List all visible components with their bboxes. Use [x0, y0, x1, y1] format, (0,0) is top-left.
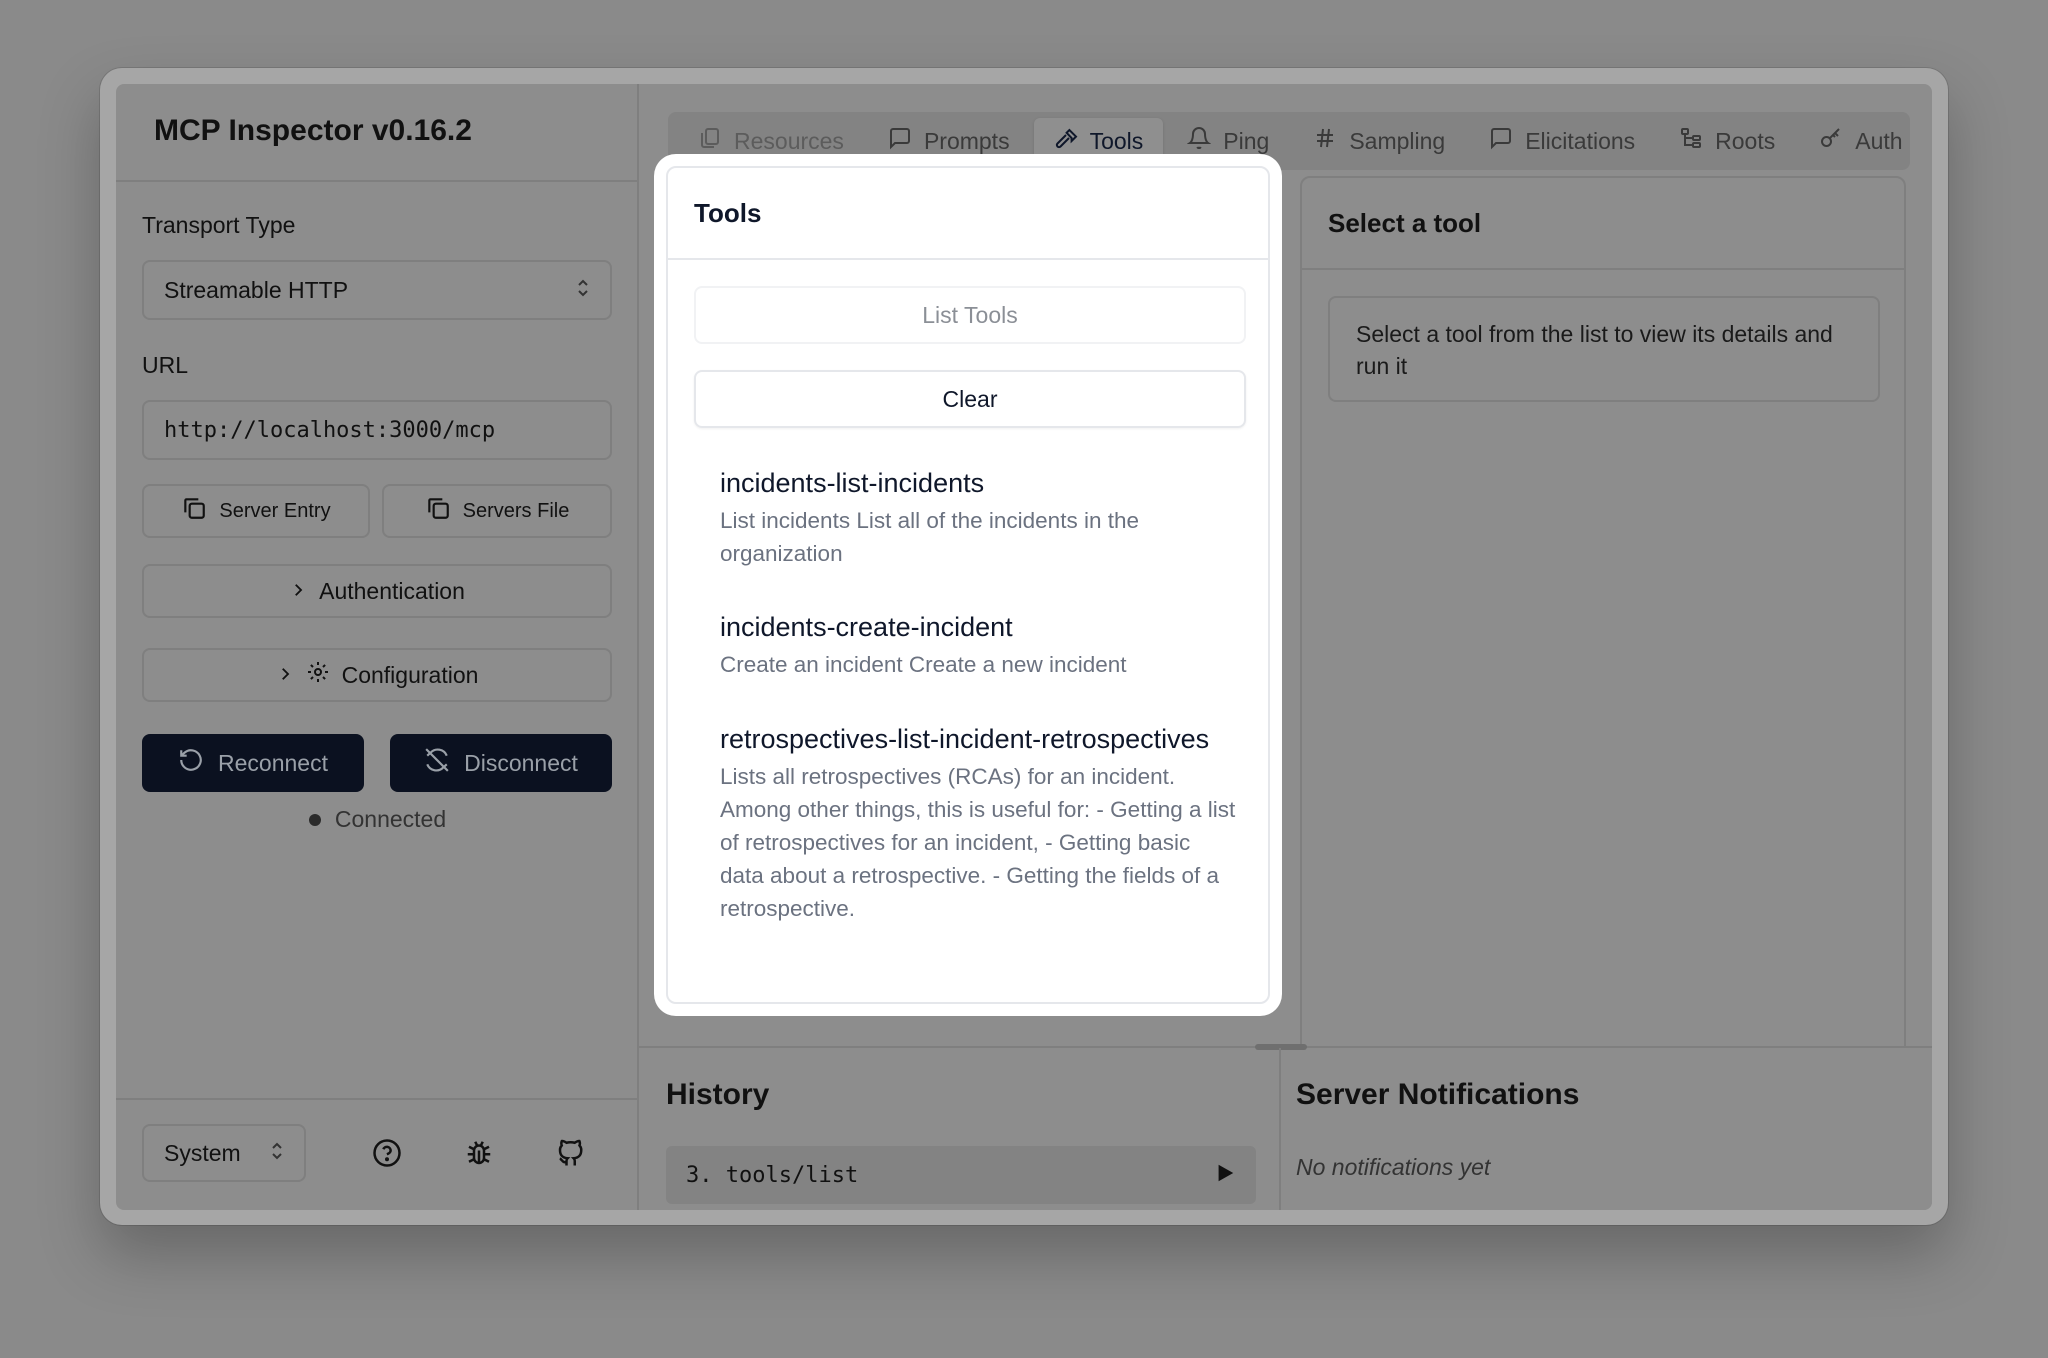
list-tools-button[interactable]: List Tools — [694, 286, 1246, 344]
app-window: MCP Inspector v0.16.2 Transport Type Str… — [116, 84, 1932, 1210]
authentication-label: Authentication — [319, 577, 465, 604]
tab-auth[interactable]: Auth — [1799, 118, 1910, 164]
sidebar-header: MCP Inspector v0.16.2 — [116, 84, 637, 182]
tool-name: incidents-list-incidents — [720, 468, 985, 498]
tab-sampling[interactable]: Sampling — [1293, 118, 1465, 164]
theme-value: System — [164, 1139, 241, 1166]
tools-panel-title: Tools — [694, 198, 762, 228]
reconnect-button[interactable]: Reconnect — [142, 734, 364, 792]
history-item-label: 3. tools/list — [686, 1162, 859, 1188]
servers-file-label: Servers File — [462, 499, 570, 522]
tab-label: Tools — [1089, 127, 1144, 154]
app-title: MCP Inspector v0.16.2 — [154, 114, 472, 147]
authentication-toggle[interactable]: Authentication — [142, 564, 612, 618]
refresh-off-icon — [424, 747, 450, 779]
tool-description: List incidents List all of the incidents… — [720, 508, 1139, 566]
tree-icon — [1679, 126, 1703, 156]
transport-type-label: Transport Type — [142, 212, 296, 238]
play-icon[interactable] — [1214, 1162, 1236, 1189]
clear-button[interactable]: Clear — [694, 370, 1246, 428]
message-icon — [1489, 126, 1513, 156]
github-icon[interactable] — [556, 1138, 586, 1168]
tool-list-item[interactable]: incidents-create-incident Create an inci… — [720, 608, 1240, 681]
disconnect-label: Disconnect — [464, 749, 578, 776]
server-entry-button[interactable]: Server Entry — [142, 484, 370, 538]
configuration-toggle[interactable]: Configuration — [142, 648, 612, 702]
sidebar: MCP Inspector v0.16.2 Transport Type Str… — [116, 84, 639, 1210]
tab-label: Ping — [1223, 127, 1270, 154]
history-item[interactable]: 3. tools/list — [666, 1146, 1256, 1204]
tab-label: Auth — [1855, 127, 1903, 154]
tab-elicitations[interactable]: Elicitations — [1469, 118, 1655, 164]
notifications-empty-text: No notifications yet — [1296, 1154, 1491, 1180]
tab-bar: Resources Prompts Tools Ping Sampling El… — [668, 112, 1910, 170]
tool-name: incidents-create-incident — [720, 612, 1013, 642]
tab-resources[interactable]: Resources — [678, 118, 864, 164]
tool-list-item[interactable]: retrospectives-list-incident-retrospecti… — [720, 720, 1240, 925]
tool-detail-header: Select a tool — [1302, 178, 1904, 270]
transport-type-value: Streamable HTTP — [164, 276, 349, 303]
help-icon[interactable] — [372, 1138, 402, 1168]
url-value: http://localhost:3000/mcp — [164, 417, 496, 443]
chevrons-up-down-icon — [576, 277, 590, 303]
gear-icon — [306, 660, 330, 690]
tool-detail-hint: Select a tool from the list to view its … — [1328, 296, 1880, 402]
hammer-icon — [1054, 126, 1078, 156]
tools-panel-header: Tools — [668, 168, 1268, 260]
reconnect-label: Reconnect — [218, 749, 328, 776]
theme-select[interactable]: System — [142, 1124, 306, 1182]
rotate-ccw-icon — [178, 747, 204, 779]
disconnect-button[interactable]: Disconnect — [390, 734, 612, 792]
tool-name: retrospectives-list-incident-retrospecti… — [720, 724, 1210, 754]
copy-icon — [181, 495, 207, 527]
transport-type-select[interactable]: Streamable HTTP — [142, 260, 612, 320]
hash-icon — [1313, 126, 1337, 156]
tab-prompts[interactable]: Prompts — [868, 118, 1030, 164]
tool-detail-title: Select a tool — [1328, 208, 1482, 238]
tool-detail-panel: Select a tool Select a tool from the lis… — [1300, 176, 1906, 1126]
server-entry-label: Server Entry — [219, 499, 331, 522]
url-input[interactable]: http://localhost:3000/mcp — [142, 400, 612, 460]
tab-label: Resources — [734, 127, 844, 154]
bell-icon — [1186, 126, 1212, 156]
resize-handle[interactable] — [1255, 1044, 1307, 1050]
tab-ping[interactable]: Ping — [1167, 118, 1289, 164]
tools-panel: Tools List Tools Clear incidents-list-in… — [666, 166, 1270, 1004]
tool-list-item[interactable]: incidents-list-incidents List incidents … — [720, 464, 1240, 570]
bottom-panel: History 3. tools/list Server Notificatio… — [639, 1044, 1932, 1210]
panel-divider — [1279, 1048, 1281, 1210]
tab-label: Elicitations — [1525, 127, 1636, 154]
tab-tools[interactable]: Tools — [1033, 118, 1164, 164]
url-label: URL — [142, 352, 189, 378]
tab-label: Roots — [1715, 127, 1776, 154]
history-title: History — [666, 1078, 770, 1111]
tab-roots[interactable]: Roots — [1659, 118, 1795, 164]
sidebar-footer: System — [116, 1098, 639, 1210]
status-text: Connected — [334, 806, 447, 832]
chevron-right-icon — [289, 578, 307, 605]
tool-description: Create an incident Create a new incident — [720, 652, 1127, 677]
tab-label: Prompts — [923, 127, 1010, 154]
key-icon — [1819, 126, 1843, 156]
tab-label: Sampling — [1349, 127, 1446, 154]
message-icon — [888, 126, 912, 156]
configuration-label: Configuration — [341, 661, 479, 688]
copy-icon — [425, 495, 451, 527]
file-icon — [698, 126, 722, 156]
status-dot-icon — [308, 813, 321, 826]
bug-icon[interactable] — [464, 1138, 494, 1168]
chevron-right-icon — [276, 662, 294, 689]
tool-description: Lists all retrospectives (RCAs) for an i… — [720, 764, 1236, 921]
chevrons-up-down-icon — [270, 1140, 284, 1166]
notifications-title: Server Notifications — [1296, 1078, 1580, 1111]
servers-file-button[interactable]: Servers File — [382, 484, 612, 538]
connection-status: Connected — [116, 806, 639, 833]
